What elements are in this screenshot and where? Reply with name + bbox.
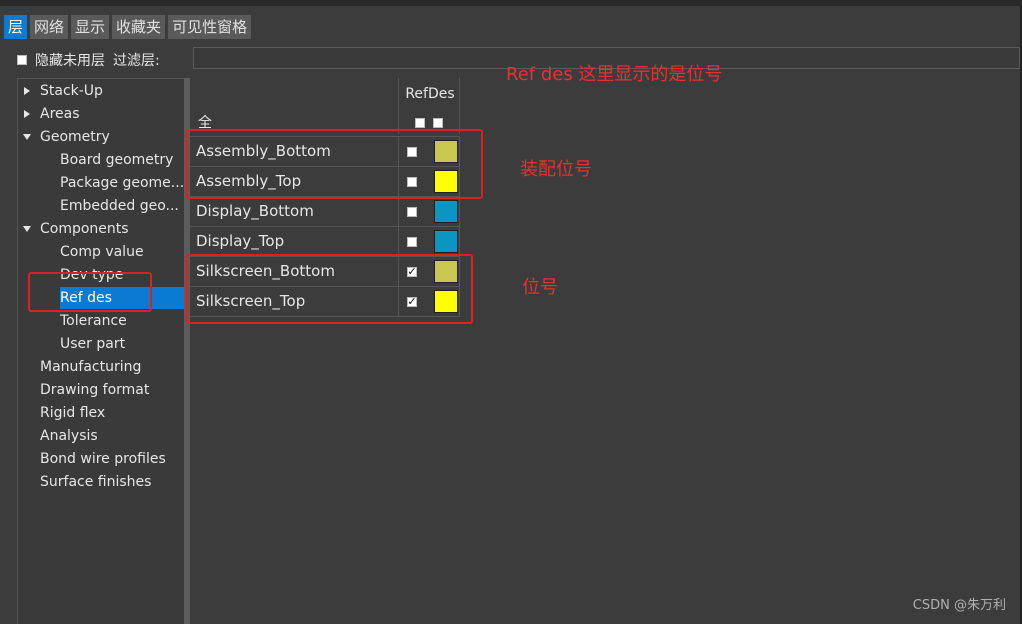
tree-item-label: Areas bbox=[40, 106, 80, 122]
tree-item-areas[interactable]: Areas bbox=[24, 103, 80, 125]
tree-item-rigid-flex[interactable]: Rigid flex bbox=[40, 402, 105, 424]
expand-arrow-icon[interactable] bbox=[24, 110, 30, 118]
tree-item-package-geometry[interactable]: Package geome... bbox=[60, 172, 184, 194]
collapse-arrow-icon[interactable] bbox=[23, 134, 31, 140]
tree-item-comp-value[interactable]: Comp value bbox=[60, 241, 144, 263]
cell-divider bbox=[398, 197, 399, 227]
tree-item-label: Stack-Up bbox=[40, 83, 103, 99]
cell-divider bbox=[398, 227, 399, 257]
tree-item-stack-up[interactable]: Stack-Up bbox=[24, 80, 103, 102]
all-visible-checkbox[interactable] bbox=[415, 118, 425, 128]
tree-item-geometry[interactable]: Geometry bbox=[23, 126, 110, 148]
tree-item-label: Components bbox=[40, 221, 129, 237]
layer-name: Display_Bottom bbox=[196, 202, 314, 220]
annotation-refdes-note: Ref des 这里显示的是位号 bbox=[506, 64, 723, 85]
annotation-silk-note: 位号 bbox=[522, 277, 558, 298]
watermark: CSDN @朱万利 bbox=[912, 598, 1006, 613]
tree-item-analysis[interactable]: Analysis bbox=[40, 425, 98, 447]
annotation-box-assembly bbox=[186, 129, 483, 199]
window-top-strip bbox=[0, 0, 1022, 6]
tab-display[interactable]: 显示 bbox=[71, 15, 110, 39]
layer-color-swatch[interactable] bbox=[434, 200, 458, 223]
tree-item-board-geometry[interactable]: Board geometry bbox=[60, 149, 173, 171]
layer-name: Display_Top bbox=[196, 232, 285, 250]
annotation-box-silkscreen bbox=[186, 254, 473, 324]
tree-item-manufacturing[interactable]: Manufacturing bbox=[40, 356, 141, 378]
annotation-assembly-note: 装配位号 bbox=[520, 159, 592, 180]
panel-tabs: 层 网络 显示 收藏夹 可见性窗格 bbox=[4, 15, 252, 39]
tab-layers[interactable]: 层 bbox=[4, 15, 28, 39]
layer-row: Display_Bottom bbox=[190, 196, 460, 227]
annotation-box-refdes-item bbox=[28, 272, 152, 312]
tree-item-user-part[interactable]: User part bbox=[60, 333, 125, 355]
tree-item-components[interactable]: Components bbox=[23, 218, 129, 240]
collapse-arrow-icon[interactable] bbox=[23, 226, 31, 232]
filter-row: 隐藏未用层 过滤层: bbox=[17, 49, 160, 71]
hide-unused-label: 隐藏未用层 bbox=[35, 53, 105, 69]
all-visible-checkbox-2[interactable] bbox=[433, 118, 443, 128]
expand-arrow-icon[interactable] bbox=[24, 87, 30, 95]
column-title: RefDes bbox=[405, 86, 455, 102]
hide-unused-checkbox[interactable] bbox=[17, 55, 27, 65]
tab-favorites[interactable]: 收藏夹 bbox=[112, 15, 166, 39]
filter-layers-label: 过滤层: bbox=[113, 53, 160, 69]
tree-item-bond-wire-profiles[interactable]: Bond wire profiles bbox=[40, 448, 166, 470]
tree-item-label: Geometry bbox=[40, 129, 110, 145]
tab-nets[interactable]: 网络 bbox=[30, 15, 69, 39]
cell-divider bbox=[459, 227, 460, 257]
tab-visibility-pane[interactable]: 可见性窗格 bbox=[168, 15, 252, 39]
layer-color-swatch[interactable] bbox=[434, 230, 458, 253]
layer-visible-checkbox[interactable] bbox=[407, 207, 417, 217]
tree-item-embedded-geometry[interactable]: Embedded geo... bbox=[60, 195, 179, 217]
column-header-refdes: RefDes bbox=[398, 78, 460, 134]
tree-item-drawing-format[interactable]: Drawing format bbox=[40, 379, 149, 401]
layer-row: Display_Top bbox=[190, 226, 460, 257]
cell-divider bbox=[459, 197, 460, 227]
layer-tree: Stack-Up Areas Geometry Board geometry P… bbox=[17, 78, 185, 624]
tree-item-surface-finishes[interactable]: Surface finishes bbox=[40, 471, 151, 493]
tree-item-tolerance[interactable]: Tolerance bbox=[60, 310, 127, 332]
layer-visible-checkbox[interactable] bbox=[407, 237, 417, 247]
